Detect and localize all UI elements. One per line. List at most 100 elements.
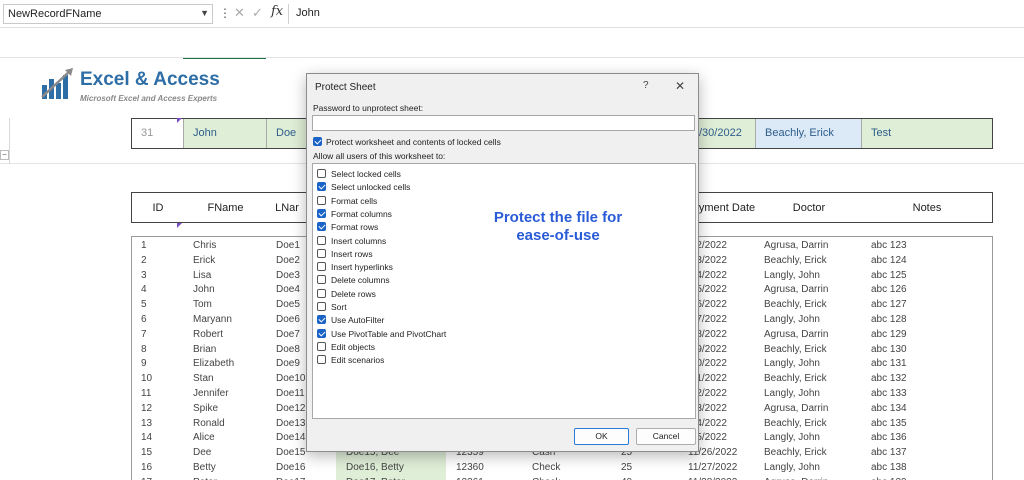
insert-function-icon[interactable]: fx — [271, 4, 283, 19]
cell-zip: 12360 — [456, 462, 484, 473]
chevron-down-icon[interactable]: ▼ — [200, 8, 209, 18]
cell-notes: abc 135 — [871, 417, 907, 429]
cell-fname: Dee — [193, 447, 212, 459]
cell-notes: abc 132 — [871, 373, 907, 385]
cell-doctor: Beachly, Erick — [764, 254, 827, 266]
permission-checkbox[interactable] — [317, 169, 326, 178]
permission-item[interactable]: Format columns — [315, 208, 685, 221]
cell-fname: Jennifer — [193, 388, 229, 399]
cell-notes: abc 129 — [871, 328, 907, 340]
permission-item[interactable]: Select locked cells — [315, 168, 685, 181]
permission-label: Edit objects — [331, 341, 375, 352]
cell-notes: abc 134 — [871, 402, 907, 414]
cell-id: 16 — [141, 462, 153, 473]
permission-label: Format rows — [331, 222, 379, 233]
protect-worksheet-label: Protect worksheet and contents of locked… — [326, 137, 501, 147]
permission-label: Edit scenarios — [331, 355, 385, 366]
permission-item[interactable]: Select unlocked cells — [315, 181, 685, 194]
cell-fname: Erick — [193, 254, 216, 266]
permission-item[interactable]: Edit scenarios — [315, 354, 685, 367]
protect-worksheet-checkbox[interactable] — [313, 137, 322, 146]
table-row[interactable]: 17PeterDoe17Doe17, Peter12361Check4011/2… — [132, 476, 992, 480]
header-appointment-date: yment Date — [698, 202, 756, 214]
cell-notes: abc 136 — [871, 432, 907, 444]
permission-item[interactable]: Delete rows — [315, 288, 685, 301]
cell-doctor: Langly, John — [764, 358, 820, 370]
permission-checkbox[interactable] — [317, 328, 326, 338]
permission-checkbox[interactable] — [317, 248, 326, 258]
cell-doctor: Agrusa, Darrin — [764, 284, 829, 296]
help-icon[interactable]: ? — [643, 80, 649, 91]
permission-checkbox[interactable] — [317, 235, 326, 245]
permission-checkbox[interactable] — [317, 222, 326, 232]
cell-doctor: Agrusa, Darrin — [764, 328, 829, 340]
permissions-list[interactable]: Protect the file for ease-of-use Select … — [312, 163, 696, 419]
permission-item[interactable]: Insert hyperlinks — [315, 261, 685, 274]
collapse-group-button[interactable]: − — [0, 150, 9, 160]
table-row[interactable]: 16 Betty Doe16 Doe16, Betty 12360 Check 25 11/2… — [132, 461, 992, 476]
cell-lname: Doe4 — [276, 284, 300, 296]
cell-doctor: Langly, John — [764, 388, 820, 399]
permission-checkbox[interactable] — [317, 341, 326, 351]
cell-id: 1 — [141, 240, 147, 251]
permission-checkbox[interactable] — [317, 195, 326, 205]
cell-doctor: Agrusa, Darrin — [764, 402, 829, 414]
permission-checkbox[interactable] — [317, 355, 326, 365]
permission-item[interactable]: Format cells — [315, 195, 685, 208]
permission-item[interactable]: Delete columns — [315, 274, 685, 287]
cell-lname: Doe9 — [276, 358, 300, 370]
cell-notes: abc 126 — [871, 284, 907, 296]
cell-id: 5 — [141, 299, 147, 311]
cell-fname: Spike — [193, 402, 219, 414]
protect-sheet-dialog: Protect Sheet ? ✕ Password to unprotect … — [306, 73, 699, 452]
more-options-icon[interactable]: ⋮ — [219, 6, 231, 20]
permission-checkbox[interactable] — [317, 182, 326, 192]
cell-doctor: Beachly, Erick — [764, 447, 827, 459]
cell-lname: Doe10 — [276, 373, 306, 385]
permission-item[interactable]: Use PivotTable and PivotChart — [315, 328, 685, 341]
new-record-date[interactable]: /30/2022 — [696, 119, 756, 148]
logo-icon — [41, 68, 73, 99]
cell-notes: abc 131 — [871, 358, 907, 370]
cancel-entry-icon[interactable]: ✕ — [234, 5, 245, 21]
cell-id: 10 — [141, 373, 153, 385]
confirm-entry-icon[interactable]: ✓ — [252, 5, 263, 21]
cell-fname: Betty — [193, 462, 216, 473]
ok-button[interactable]: OK — [574, 428, 629, 445]
cell-id: 4 — [141, 284, 147, 296]
permission-item[interactable]: Edit objects — [315, 341, 685, 354]
password-input[interactable] — [312, 115, 695, 131]
permission-checkbox[interactable] — [317, 288, 326, 298]
logo-subtitle: Microsoft Excel and Access Experts — [80, 94, 218, 103]
name-box[interactable]: NewRecordFName ▼ — [3, 4, 213, 24]
cell-id: 7 — [141, 328, 147, 340]
permission-checkbox[interactable] — [317, 208, 326, 218]
permission-checkbox[interactable] — [317, 302, 326, 311]
comment-indicator — [177, 118, 182, 123]
new-record-doctor[interactable]: Beachly, Erick — [756, 119, 862, 148]
cell-age: 25 — [621, 462, 633, 473]
permission-item[interactable]: Use AutoFilter — [315, 314, 685, 327]
permission-item[interactable]: Sort — [315, 301, 685, 314]
permission-item[interactable]: Insert rows — [315, 248, 685, 261]
permission-checkbox[interactable] — [317, 315, 326, 325]
cell-fname: Lisa — [193, 269, 212, 281]
permission-label: Delete columns — [331, 275, 390, 286]
permission-item[interactable]: Insert columns — [315, 235, 685, 248]
cancel-button[interactable]: Cancel — [636, 428, 696, 445]
new-record-fname[interactable]: John — [184, 119, 267, 148]
permission-checkbox[interactable] — [317, 262, 326, 272]
permission-item[interactable]: Format rows — [315, 221, 685, 234]
formula-bar: NewRecordFName ▼ ⋮ ✕ ✓ fx John — [0, 0, 1024, 28]
cell-id: 12 — [141, 402, 153, 414]
new-record-lname[interactable]: Doe — [267, 119, 307, 148]
formula-bar-content[interactable]: John — [296, 7, 320, 19]
cell-lname: Doe16 — [276, 462, 306, 473]
new-record-notes[interactable]: Test — [862, 119, 992, 148]
cell-fname: Robert — [193, 328, 224, 340]
permission-label: Select unlocked cells — [331, 182, 411, 193]
close-icon[interactable]: ✕ — [675, 79, 685, 93]
cell-lname: Doe3 — [276, 269, 300, 281]
permission-checkbox[interactable] — [317, 275, 326, 285]
cell-doctor: Agrusa, Darrin — [764, 240, 829, 251]
